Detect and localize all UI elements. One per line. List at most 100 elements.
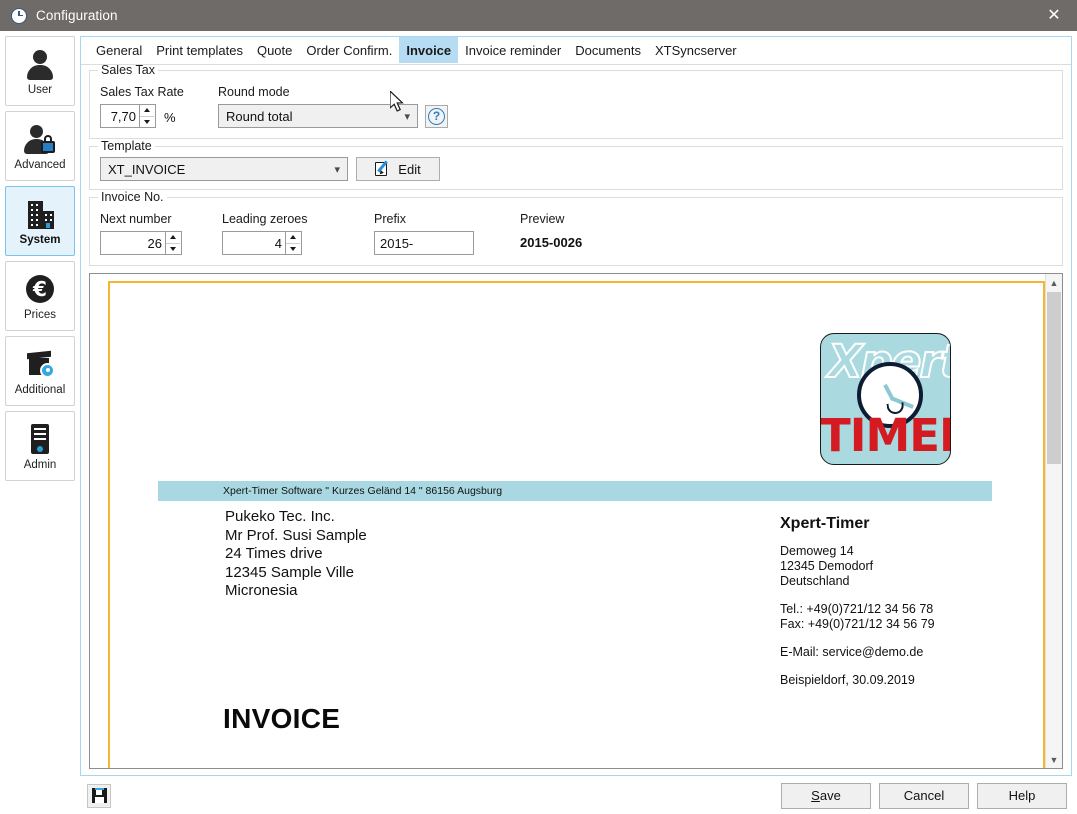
prefix-input[interactable] xyxy=(374,231,474,255)
template-legend: Template xyxy=(98,139,155,153)
sender-phone-line: Fax: +49(0)721/12 34 56 79 xyxy=(780,617,935,632)
document-page: Xpert TIMER Xpert-Timer Software " Kurze… xyxy=(108,281,1045,768)
next-number-decrement[interactable] xyxy=(166,244,180,255)
preview-field: Preview 2015-0026 xyxy=(520,212,582,250)
next-number-increment[interactable] xyxy=(166,232,180,244)
box-cd-icon xyxy=(23,347,57,381)
tab-quote[interactable]: Quote xyxy=(250,37,299,63)
scrollbar-track[interactable] xyxy=(1046,291,1062,751)
template-value: XT_INVOICE xyxy=(108,162,185,177)
sidebar-item-label: Prices xyxy=(24,309,56,321)
leading-zeroes-input[interactable] xyxy=(223,232,285,254)
cancel-button[interactable]: Cancel xyxy=(879,783,969,809)
leading-zeroes-label: Leading zeroes xyxy=(222,212,374,226)
sales-tax-rate-input[interactable] xyxy=(101,105,139,127)
sidebar-item-admin[interactable]: Admin xyxy=(5,411,75,481)
leading-zeroes-stepper[interactable] xyxy=(222,231,302,255)
round-mode-value: Round total xyxy=(226,109,293,124)
main-panel: General Print templates Quote Order Conf… xyxy=(80,36,1072,776)
help-button[interactable]: Help xyxy=(977,783,1067,809)
sender-address: Demoweg 14 12345 Demodorf Deutschland xyxy=(780,544,935,589)
sidebar: User Advanced xyxy=(0,31,80,776)
logo-bottom-text: TIMER xyxy=(820,414,951,458)
leading-zeroes-field: Leading zeroes xyxy=(222,212,374,255)
document-sender-bar: Xpert-Timer Software " Kurzes Geländ 14 … xyxy=(158,481,992,501)
tab-invoice-reminder[interactable]: Invoice reminder xyxy=(458,37,568,63)
close-icon[interactable]: ✕ xyxy=(1031,0,1077,31)
tab-order-confirm[interactable]: Order Confirm. xyxy=(299,37,399,63)
next-number-stepper[interactable] xyxy=(100,231,182,255)
document-sender-block: Xpert-Timer Demoweg 14 12345 Demodorf De… xyxy=(780,516,935,688)
tab-invoice[interactable]: Invoice xyxy=(399,37,458,63)
sender-address-line: Demoweg 14 xyxy=(780,544,935,559)
sidebar-item-additional[interactable]: Additional xyxy=(5,336,75,406)
tab-xtsyncserver[interactable]: XTSyncserver xyxy=(648,37,744,63)
tab-print-templates[interactable]: Print templates xyxy=(149,37,250,63)
edit-pencil-icon xyxy=(375,161,391,177)
sender-phone-line: Tel.: +49(0)721/12 34 56 78 xyxy=(780,602,935,617)
save-button-label: ave xyxy=(820,788,841,803)
person-icon xyxy=(23,47,57,81)
person-lock-icon xyxy=(23,122,57,156)
sales-tax-rate-stepper[interactable] xyxy=(100,104,156,128)
recipient-line: Pukeko Tec. Inc. xyxy=(225,508,367,527)
invoice-no-group: Invoice No. Next number xyxy=(89,197,1063,266)
edit-button-label: Edit xyxy=(398,162,420,177)
configuration-window: Configuration ✕ User Advanced xyxy=(0,0,1077,814)
document-title: INVOICE xyxy=(223,703,340,735)
sales-tax-rate-increment[interactable] xyxy=(140,105,154,117)
chevron-down-icon: ▾ xyxy=(334,163,340,176)
document-preview: Xpert TIMER Xpert-Timer Software " Kurze… xyxy=(89,273,1063,769)
percent-symbol: % xyxy=(164,108,176,125)
save-accelerator: S xyxy=(811,788,820,803)
next-number-input[interactable] xyxy=(101,232,165,254)
sales-tax-legend: Sales Tax xyxy=(98,65,158,77)
sales-tax-rate-decrement[interactable] xyxy=(140,117,154,128)
sales-tax-group: Sales Tax Sales Tax Rate xyxy=(89,70,1063,139)
sidebar-item-advanced[interactable]: Advanced xyxy=(5,111,75,181)
scroll-down-icon[interactable]: ▼ xyxy=(1046,751,1062,768)
clock-icon xyxy=(11,8,27,24)
prefix-label: Prefix xyxy=(374,212,520,226)
invoice-no-legend: Invoice No. xyxy=(98,190,167,204)
sender-phone: Tel.: +49(0)721/12 34 56 78 Fax: +49(0)7… xyxy=(780,602,935,632)
sender-email: E-Mail: service@demo.de xyxy=(780,645,935,660)
leading-zeroes-increment[interactable] xyxy=(286,232,300,244)
window-title: Configuration xyxy=(36,8,118,23)
building-icon xyxy=(23,197,57,231)
sidebar-item-user[interactable]: User xyxy=(5,36,75,106)
quick-save-button[interactable] xyxy=(87,784,111,808)
round-mode-select[interactable]: Round total ▾ xyxy=(218,104,418,128)
sidebar-item-prices[interactable]: € Prices xyxy=(5,261,75,331)
recipient-line: Mr Prof. Susi Sample xyxy=(225,527,367,546)
sender-date: Beispieldorf, 30.09.2019 xyxy=(780,673,935,688)
template-select[interactable]: XT_INVOICE ▾ xyxy=(100,157,348,181)
sidebar-item-label: System xyxy=(20,234,61,246)
xpert-timer-logo: Xpert TIMER xyxy=(820,333,951,465)
scrollbar-thumb[interactable] xyxy=(1047,292,1061,464)
tab-general[interactable]: General xyxy=(89,37,149,63)
document-recipient-block: Pukeko Tec. Inc. Mr Prof. Susi Sample 24… xyxy=(225,508,367,601)
sidebar-item-system[interactable]: System xyxy=(5,186,75,256)
preview-label: Preview xyxy=(520,212,582,226)
question-mark-icon: ? xyxy=(428,108,445,125)
next-number-field: Next number xyxy=(100,212,222,255)
sales-tax-help-button[interactable]: ? xyxy=(425,105,448,128)
sales-tax-rate-field: Sales Tax Rate % xyxy=(100,85,218,128)
tab-documents[interactable]: Documents xyxy=(568,37,648,63)
recipient-line: 12345 Sample Ville xyxy=(225,564,367,583)
tab-bar: General Print templates Quote Order Conf… xyxy=(81,37,1071,64)
tab-content-invoice: Sales Tax Sales Tax Rate xyxy=(81,65,1071,775)
edit-template-button[interactable]: Edit xyxy=(356,157,440,181)
euro-icon: € xyxy=(23,272,57,306)
chevron-down-icon: ▾ xyxy=(404,110,410,123)
sidebar-item-label: User xyxy=(28,84,52,96)
server-icon xyxy=(23,422,57,456)
save-button[interactable]: Save xyxy=(781,783,871,809)
preview-scrollbar[interactable]: ▲ ▼ xyxy=(1045,274,1062,768)
leading-zeroes-decrement[interactable] xyxy=(286,244,300,255)
round-mode-field: Round mode Round total ▾ ? xyxy=(218,85,448,128)
document-page-wrap: Xpert TIMER Xpert-Timer Software " Kurze… xyxy=(90,274,1045,768)
scroll-up-icon[interactable]: ▲ xyxy=(1046,274,1062,291)
sidebar-item-label: Advanced xyxy=(14,159,65,171)
